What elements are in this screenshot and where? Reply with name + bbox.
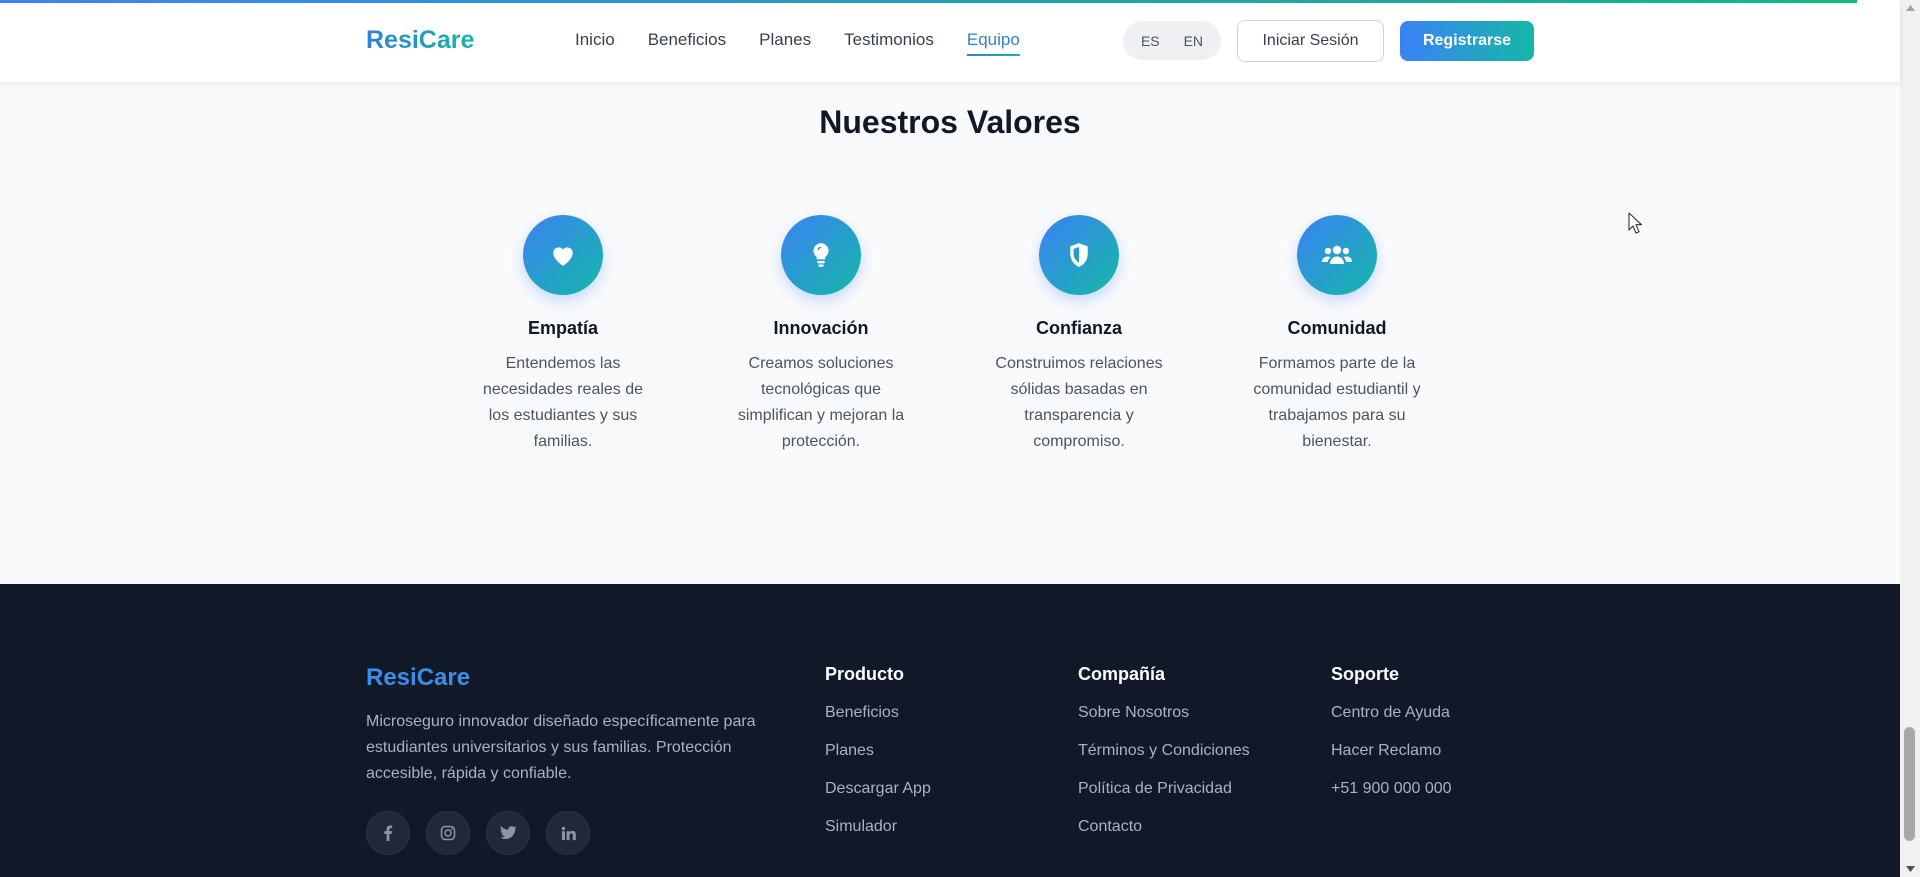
scroll-down-arrow-icon[interactable] [1900, 861, 1920, 877]
footer-column-compania: Compañía Sobre Nosotros Términos y Condi… [1078, 664, 1250, 854]
twitter-link[interactable] [486, 811, 530, 855]
footer-column-soporte: Soporte Centro de Ayuda Hacer Reclamo +5… [1331, 664, 1452, 816]
twitter-icon [499, 826, 517, 840]
footer-link[interactable]: Contacto [1078, 816, 1250, 838]
value-card-innovacion: Innovación Creamos soluciones tecnológic… [731, 215, 911, 455]
linkedin-icon [561, 826, 576, 840]
users-icon [1322, 245, 1352, 264]
header-logo[interactable]: ResiCare [366, 26, 474, 55]
value-card-confianza: Confianza Construimos relaciones sólidas… [989, 215, 1169, 455]
footer-link[interactable]: Términos y Condiciones [1078, 740, 1250, 762]
top-progress-line [0, 0, 1857, 3]
value-description: Entendemos las necesidades reales de los… [482, 355, 644, 450]
footer-column-title: Soporte [1331, 664, 1400, 684]
footer-logo[interactable]: ResiCare [366, 664, 470, 692]
footer-link[interactable]: Política de Privacidad [1078, 778, 1250, 800]
value-description: Formamos parte de la comunidad estudiant… [1253, 355, 1421, 450]
site-header: ResiCare Inicio Beneficios Planes Testim… [0, 0, 1900, 82]
mouse-cursor-icon [1628, 212, 1642, 234]
lightbulb-icon [813, 243, 829, 267]
value-icon-circle [1297, 215, 1377, 295]
social-links [366, 811, 590, 855]
register-button[interactable]: Registrarse [1400, 21, 1534, 61]
nav-link-equipo[interactable]: Equipo [966, 30, 1020, 56]
shield-icon [1070, 243, 1088, 267]
value-title: Comunidad [1287, 318, 1387, 338]
values-title: Nuestros Valores [819, 104, 1081, 140]
value-card-empatia: Empatía Entendemos las necesidades reale… [473, 215, 653, 455]
language-toggle: ES EN [1123, 21, 1221, 60]
value-icon-circle [1039, 215, 1119, 295]
nav-link-planes[interactable]: Planes [759, 30, 811, 56]
main-nav: Inicio Beneficios Planes Testimonios Equ… [575, 30, 1020, 56]
value-title: Innovación [773, 318, 869, 338]
facebook-icon [384, 825, 393, 841]
value-description: Construimos relaciones sólidas basadas e… [995, 355, 1163, 450]
value-description: Creamos soluciones tecnológicas que simp… [737, 355, 905, 450]
footer-column-title: Producto [825, 664, 904, 684]
footer-link[interactable]: Beneficios [825, 702, 931, 724]
lang-en-option[interactable]: EN [1176, 27, 1211, 55]
scroll-up-arrow-icon[interactable] [1900, 0, 1920, 16]
nav-link-beneficios[interactable]: Beneficios [648, 30, 726, 56]
value-card-comunidad: Comunidad Formamos parte de la comunidad… [1247, 215, 1427, 455]
facebook-link[interactable] [366, 811, 410, 855]
instagram-icon [440, 825, 456, 841]
nav-link-inicio[interactable]: Inicio [575, 30, 615, 56]
footer-column-title: Compañía [1078, 664, 1166, 684]
instagram-link[interactable] [426, 811, 470, 855]
footer-link[interactable]: +51 900 000 000 [1331, 778, 1452, 800]
page-scrollbar[interactable] [1900, 0, 1920, 877]
footer-link[interactable]: Centro de Ayuda [1331, 702, 1452, 724]
footer-link[interactable]: Sobre Nosotros [1078, 702, 1250, 724]
value-icon-circle [523, 215, 603, 295]
footer-link[interactable]: Descargar App [825, 778, 931, 800]
linkedin-link[interactable] [546, 811, 590, 855]
heart-icon [553, 247, 573, 266]
login-button[interactable]: Iniciar Sesión [1237, 20, 1384, 62]
nav-link-testimonios[interactable]: Testimonios [844, 30, 934, 56]
lang-es-option[interactable]: ES [1133, 27, 1168, 55]
footer-column-producto: Producto Beneficios Planes Descargar App… [825, 664, 931, 854]
footer-description: Microseguro innovador diseñado específic… [366, 713, 756, 782]
scrollbar-thumb[interactable] [1904, 727, 1915, 841]
value-icon-circle [781, 215, 861, 295]
footer-link[interactable]: Hacer Reclamo [1331, 740, 1452, 762]
footer-link[interactable]: Planes [825, 740, 931, 762]
value-title: Empatía [527, 318, 599, 338]
site-footer: ResiCare Microseguro innovador diseñado … [0, 584, 1900, 877]
value-title: Confianza [1035, 318, 1122, 338]
footer-link[interactable]: Simulador [825, 816, 931, 838]
